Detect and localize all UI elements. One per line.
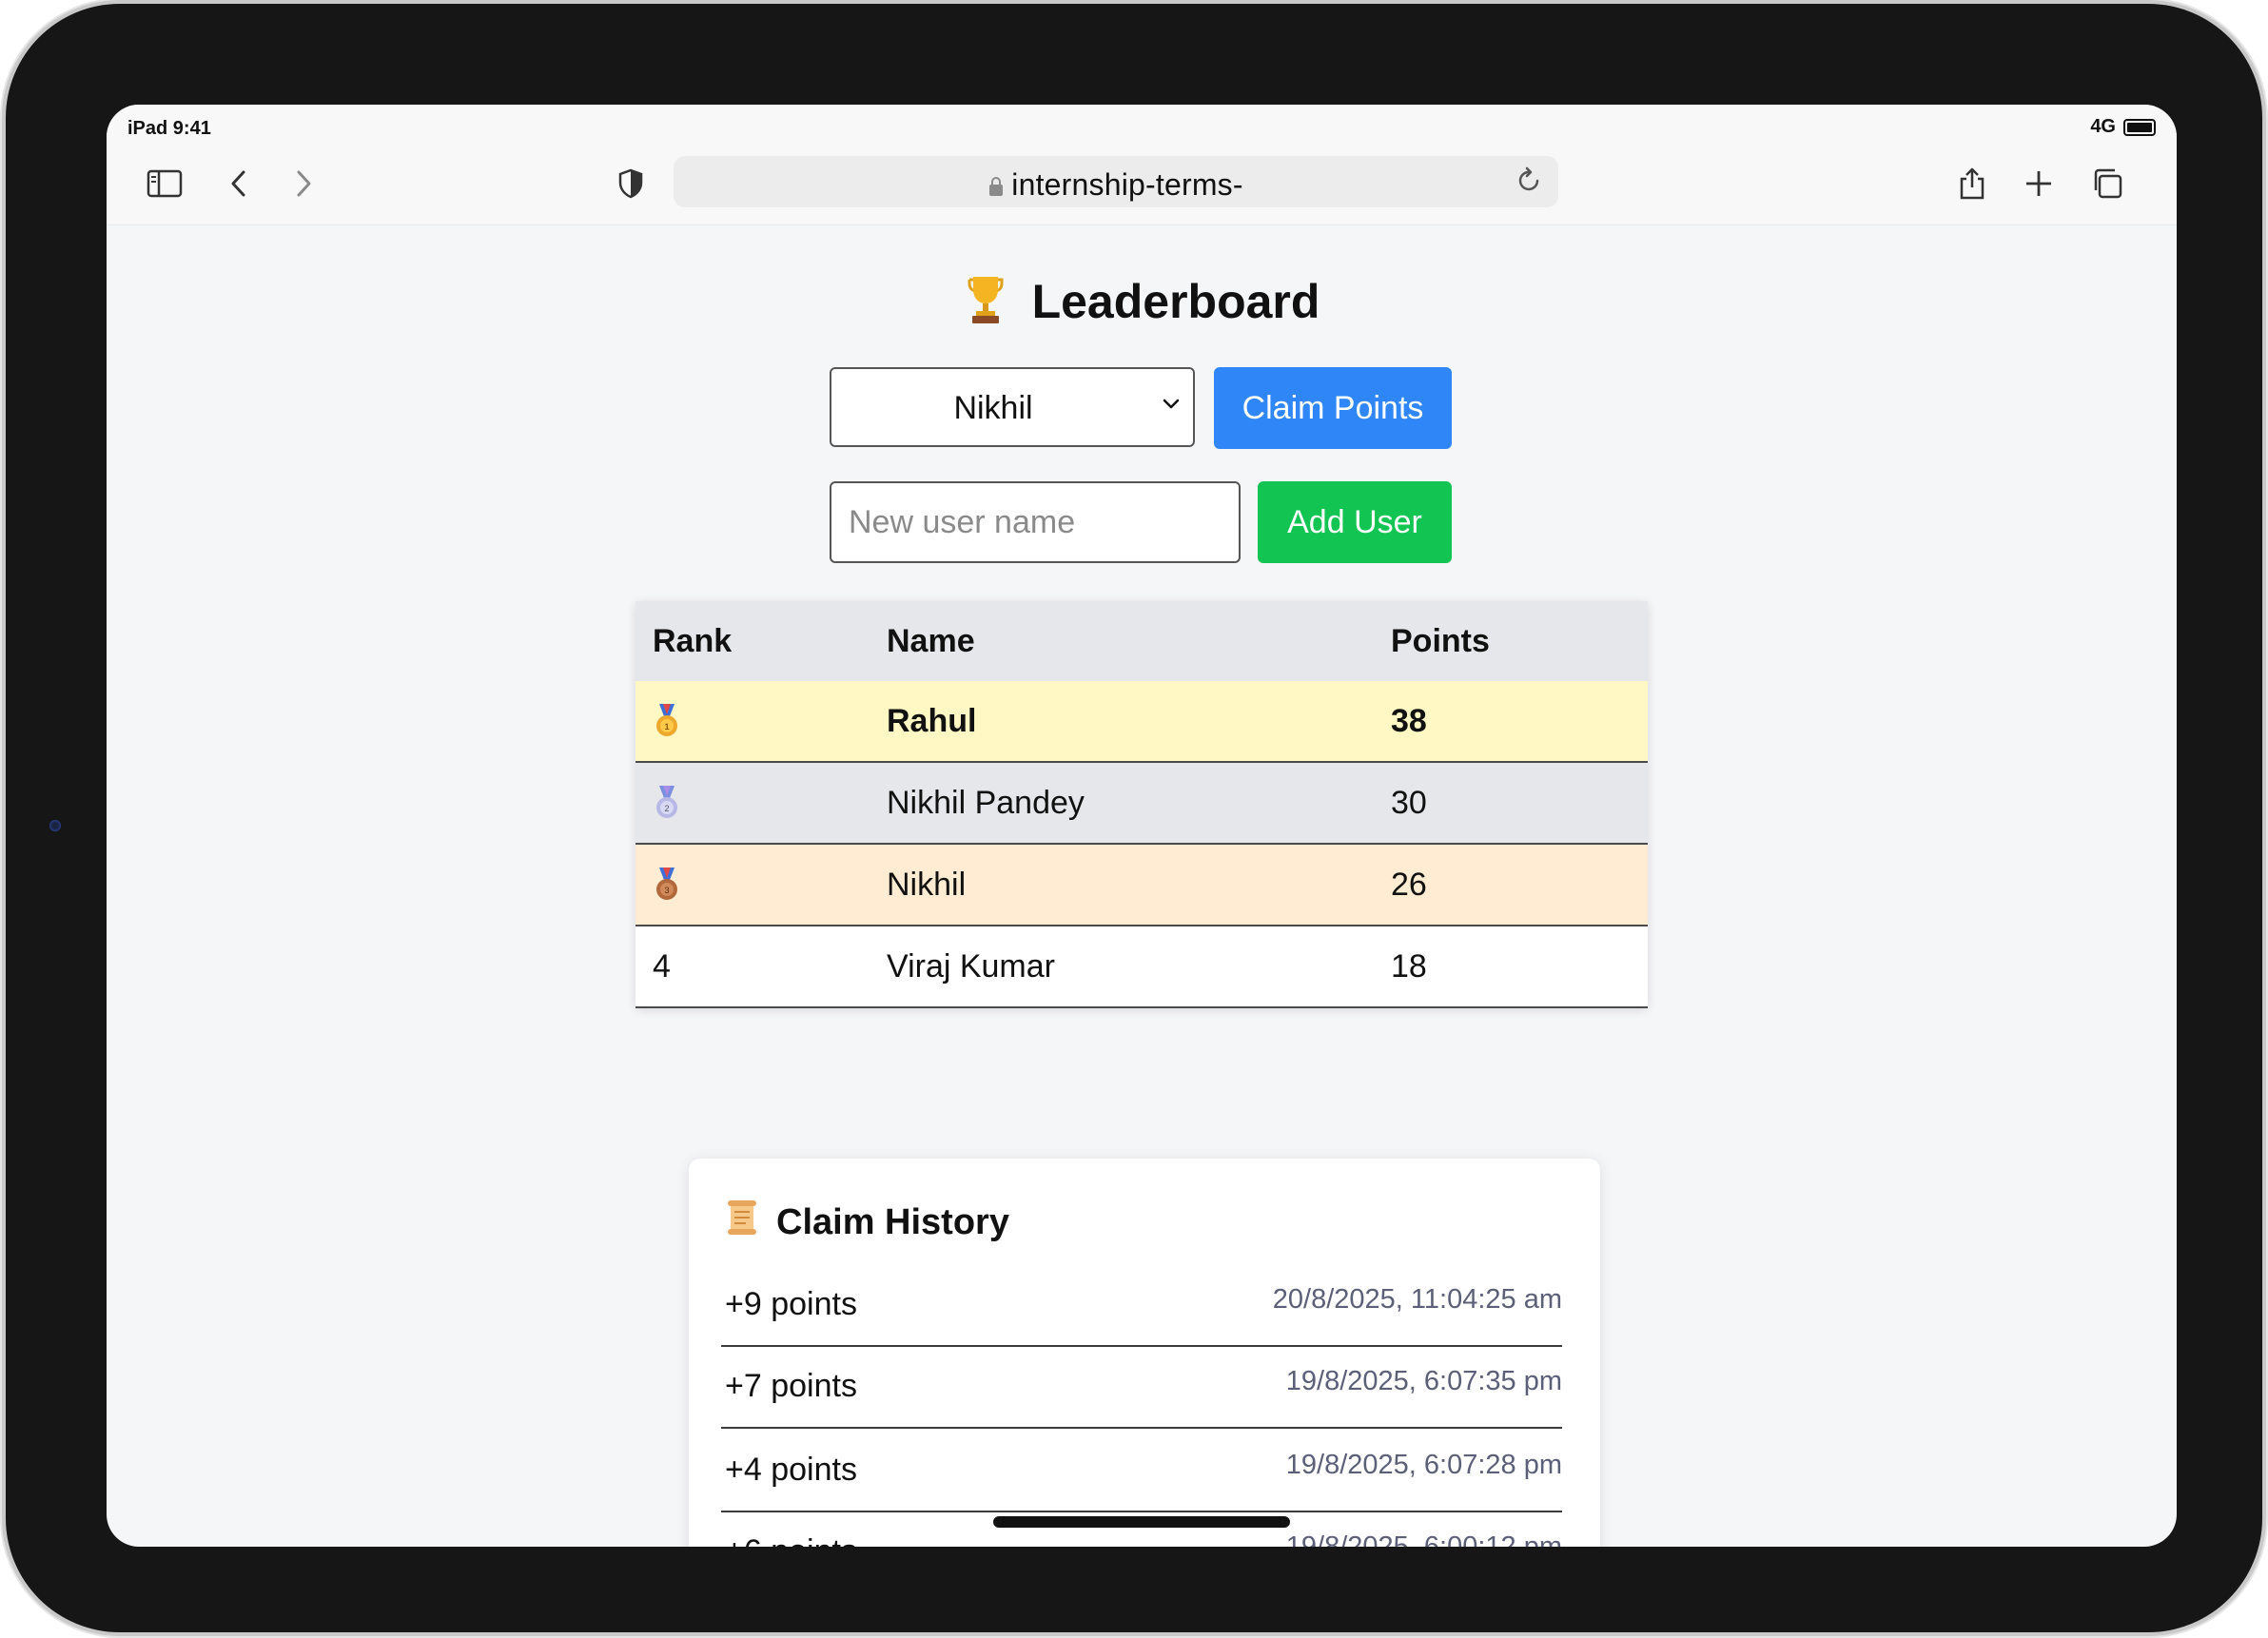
claim-points-button[interactable]: Claim Points xyxy=(1214,367,1452,449)
browser-toolbar: internship-terms- xyxy=(107,146,2177,225)
add-user-button[interactable]: Add User xyxy=(1258,481,1452,563)
bronze-medal-icon: 3 xyxy=(653,845,681,925)
history-time: 19/8/2025, 6:00:12 pm xyxy=(1285,1531,1562,1547)
table-row: 4 Viraj Kumar 18 xyxy=(635,926,1648,1008)
header-points: Points xyxy=(1391,622,1490,659)
leaderboard-table: Rank Name Points 1 Rahul 38 2 Nikhil Pan… xyxy=(635,601,1648,1008)
status-bar: iPad 9:41 4G xyxy=(107,105,2177,146)
player-points: 26 xyxy=(1391,866,1427,903)
svg-text:1: 1 xyxy=(664,722,669,731)
player-rank: 4 xyxy=(653,947,671,985)
reload-icon[interactable] xyxy=(1516,166,1543,199)
sidebar-icon[interactable] xyxy=(145,164,185,204)
page-title: Leaderboard xyxy=(107,274,2177,337)
player-name: Nikhil xyxy=(887,866,967,903)
leaderboard-page: Leaderboard Nikhil Claim Points Add User… xyxy=(107,224,2177,1547)
history-points: +7 points xyxy=(725,1368,857,1404)
history-time: 19/8/2025, 6:07:35 pm xyxy=(1285,1366,1562,1396)
silver-medal-icon: 2 xyxy=(653,763,681,843)
history-points: +6 points xyxy=(725,1533,857,1547)
svg-text:3: 3 xyxy=(664,886,669,895)
history-item: +7 points 19/8/2025, 6:07:35 pm xyxy=(721,1347,1562,1429)
battery-icon xyxy=(2123,118,2156,136)
address-bar[interactable]: internship-terms- xyxy=(674,156,1558,207)
history-points: +4 points xyxy=(725,1452,857,1488)
status-time: iPad 9:41 xyxy=(127,118,211,139)
user-select[interactable]: Nikhil xyxy=(830,367,1195,447)
history-time: 19/8/2025, 6:07:28 pm xyxy=(1285,1450,1562,1480)
player-name: Nikhil Pandey xyxy=(887,784,1085,821)
header-rank: Rank xyxy=(653,622,733,659)
scroll-icon xyxy=(725,1199,759,1246)
player-name: Viraj Kumar xyxy=(887,947,1055,985)
history-item: +4 points 19/8/2025, 6:07:28 pm xyxy=(721,1431,1562,1512)
screen: iPad 9:41 4G internship-terms- Leaderboa… xyxy=(107,105,2177,1547)
table-row: 1 Rahul 38 xyxy=(635,681,1648,763)
player-points: 38 xyxy=(1391,702,1427,739)
player-points: 18 xyxy=(1391,947,1427,985)
front-camera xyxy=(49,820,61,831)
home-indicator[interactable] xyxy=(993,1516,1290,1528)
svg-text:2: 2 xyxy=(664,804,669,813)
table-header: Rank Name Points xyxy=(635,601,1648,681)
address-text: internship-terms- xyxy=(674,167,1558,205)
status-indicators: 4G xyxy=(2090,116,2156,138)
table-row: 3 Nikhil 26 xyxy=(635,845,1648,926)
network-label: 4G xyxy=(2090,116,2116,137)
share-icon[interactable] xyxy=(1952,164,1992,204)
claim-history-title: Claim History xyxy=(725,1199,1009,1246)
claim-history-title-text: Claim History xyxy=(776,1201,1009,1242)
back-icon[interactable] xyxy=(219,164,259,204)
player-points: 30 xyxy=(1391,784,1427,821)
ipad-frame: iPad 9:41 4G internship-terms- Leaderboa… xyxy=(6,4,2262,1632)
privacy-shield-icon[interactable] xyxy=(611,164,651,204)
url-text: internship-terms- xyxy=(1011,167,1243,202)
history-points: +9 points xyxy=(725,1286,857,1322)
tabs-overview-icon[interactable] xyxy=(2087,164,2127,204)
new-tab-icon[interactable] xyxy=(2019,164,2059,204)
claim-history-card: Claim History +9 points 20/8/2025, 11:04… xyxy=(689,1159,1600,1547)
header-name: Name xyxy=(887,622,975,659)
chevron-down-icon xyxy=(1163,398,1180,415)
lock-icon xyxy=(988,169,1004,205)
user-select-value: Nikhil xyxy=(953,390,1033,426)
new-user-name-input[interactable] xyxy=(830,481,1241,563)
forward-icon[interactable] xyxy=(284,164,323,204)
gold-medal-icon: 1 xyxy=(653,681,681,761)
player-name: Rahul xyxy=(887,702,977,739)
table-row: 2 Nikhil Pandey 30 xyxy=(635,763,1648,845)
history-time: 20/8/2025, 11:04:25 am xyxy=(1272,1284,1562,1315)
page-title-text: Leaderboard xyxy=(1031,275,1320,329)
trophy-icon xyxy=(964,274,1007,337)
history-item: +9 points 20/8/2025, 11:04:25 am xyxy=(721,1265,1562,1347)
